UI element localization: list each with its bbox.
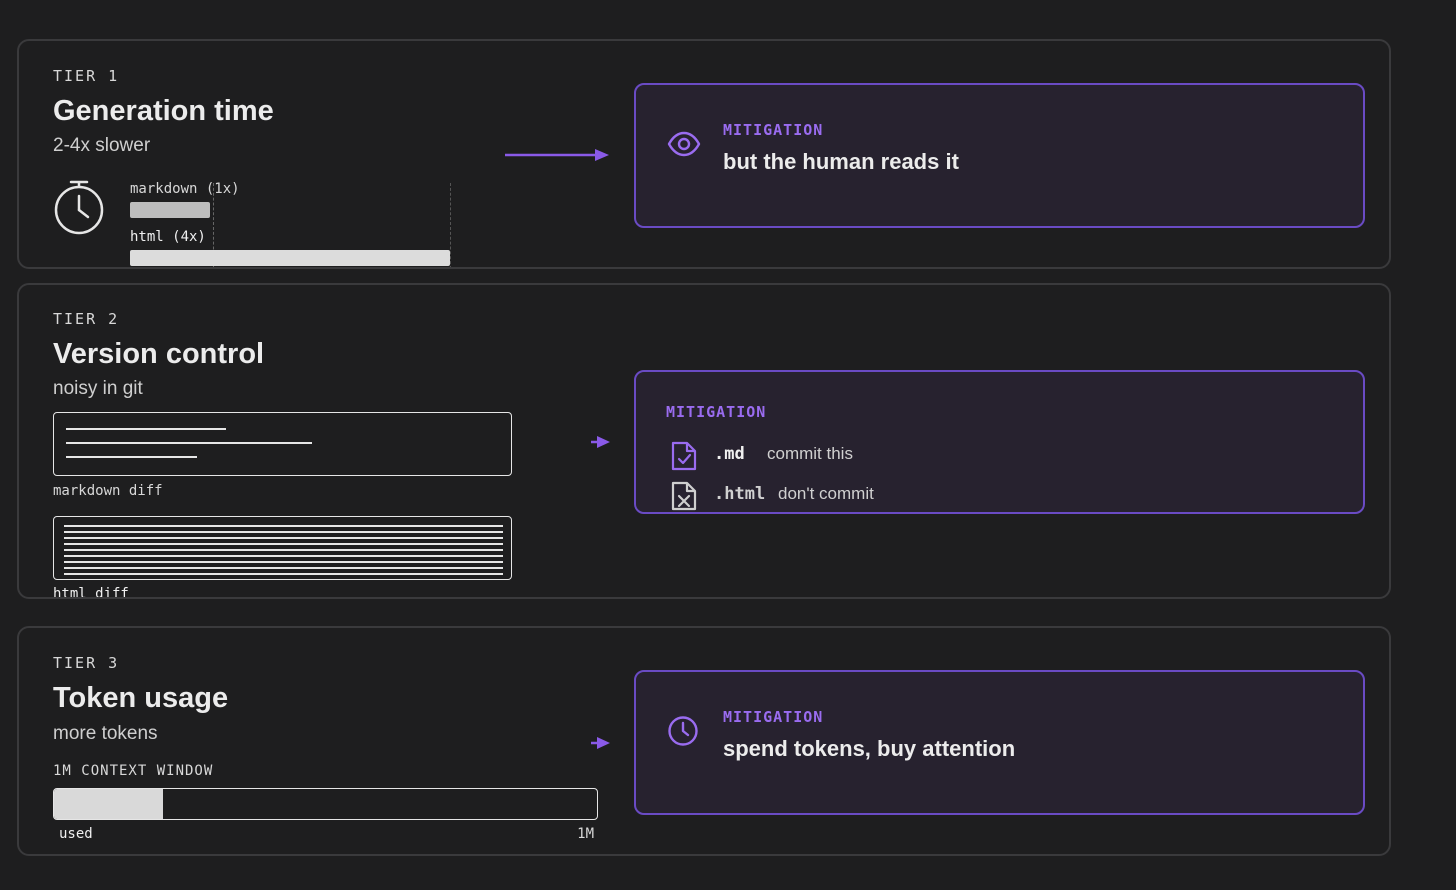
context-window-label: 1M CONTEXT WINDOW bbox=[53, 763, 214, 779]
tier-subtitle: more tokens bbox=[53, 723, 158, 744]
tier-title: Version control bbox=[53, 338, 265, 370]
tier-2-panel: TIER 2 Version control noisy in git mark… bbox=[17, 283, 1391, 599]
reference-line bbox=[450, 183, 451, 267]
html-diff-box bbox=[53, 516, 512, 580]
context-used-label: used bbox=[59, 826, 93, 842]
item-text-commit: commit this bbox=[767, 444, 853, 463]
tier-title: Token usage bbox=[53, 682, 229, 714]
file-check-icon bbox=[671, 441, 697, 471]
tier-subtitle: noisy in git bbox=[53, 378, 143, 399]
tier-1-panel: TIER 1 Generation time 2-4x slower markd… bbox=[17, 39, 1391, 269]
tier-label: TIER 2 bbox=[53, 310, 120, 328]
diff-line bbox=[66, 456, 197, 458]
bar-markdown bbox=[130, 202, 210, 218]
mitigation-label: MITIGATION bbox=[723, 708, 824, 726]
diff-line bbox=[64, 567, 503, 569]
diff-line bbox=[66, 428, 226, 430]
eye-icon bbox=[667, 131, 701, 157]
tier-title: Generation time bbox=[53, 95, 274, 127]
tier-label: TIER 3 bbox=[53, 654, 120, 672]
mitigation-card: MITIGATION .md commit this .html don't c… bbox=[634, 370, 1365, 514]
diff-line bbox=[64, 543, 503, 545]
bar-html bbox=[130, 250, 450, 266]
mitigation-label: MITIGATION bbox=[723, 121, 824, 139]
arrow-right-icon bbox=[591, 436, 610, 448]
diff-line bbox=[64, 549, 503, 551]
diff-line bbox=[64, 561, 503, 563]
arrow-right-icon bbox=[591, 737, 610, 749]
diff-label-markdown: markdown diff bbox=[53, 483, 163, 499]
context-window-bar bbox=[53, 788, 598, 820]
diff-line bbox=[64, 525, 503, 527]
item-text-dont-commit: don't commit bbox=[778, 484, 874, 503]
arrow-right-icon bbox=[505, 149, 609, 161]
bar-label-html: html (4x) bbox=[130, 229, 206, 245]
markdown-diff-box bbox=[53, 412, 512, 476]
context-max-label: 1M bbox=[577, 826, 594, 842]
diff-label-html: html diff bbox=[53, 586, 129, 599]
bar-label-markdown: markdown (1x) bbox=[130, 181, 240, 197]
mitigation-text: spend tokens, buy attention bbox=[723, 736, 1016, 761]
mitigation-label: MITIGATION bbox=[666, 403, 767, 421]
diff-line bbox=[66, 442, 312, 444]
mitigation-card: MITIGATION but the human reads it bbox=[634, 83, 1365, 228]
tier-subtitle: 2-4x slower bbox=[53, 135, 151, 156]
mitigation-text: but the human reads it bbox=[723, 149, 959, 174]
file-x-icon bbox=[671, 481, 697, 511]
ext-html: .html bbox=[714, 484, 766, 504]
tier-3-panel: TIER 3 Token usage more tokens 1M CONTEX… bbox=[17, 626, 1391, 856]
diff-line bbox=[64, 573, 503, 575]
tier-label: TIER 1 bbox=[53, 67, 120, 85]
ext-md: .md bbox=[714, 444, 745, 464]
diff-line bbox=[64, 531, 503, 533]
diff-line bbox=[64, 555, 503, 557]
context-used-fill bbox=[54, 789, 163, 819]
generation-bar-chart: markdown (1x) html (4x) bbox=[130, 181, 455, 267]
stopwatch-icon bbox=[54, 180, 104, 235]
clock-icon bbox=[668, 716, 698, 746]
mitigation-card: MITIGATION spend tokens, buy attention bbox=[634, 670, 1365, 815]
diff-line bbox=[64, 537, 503, 539]
